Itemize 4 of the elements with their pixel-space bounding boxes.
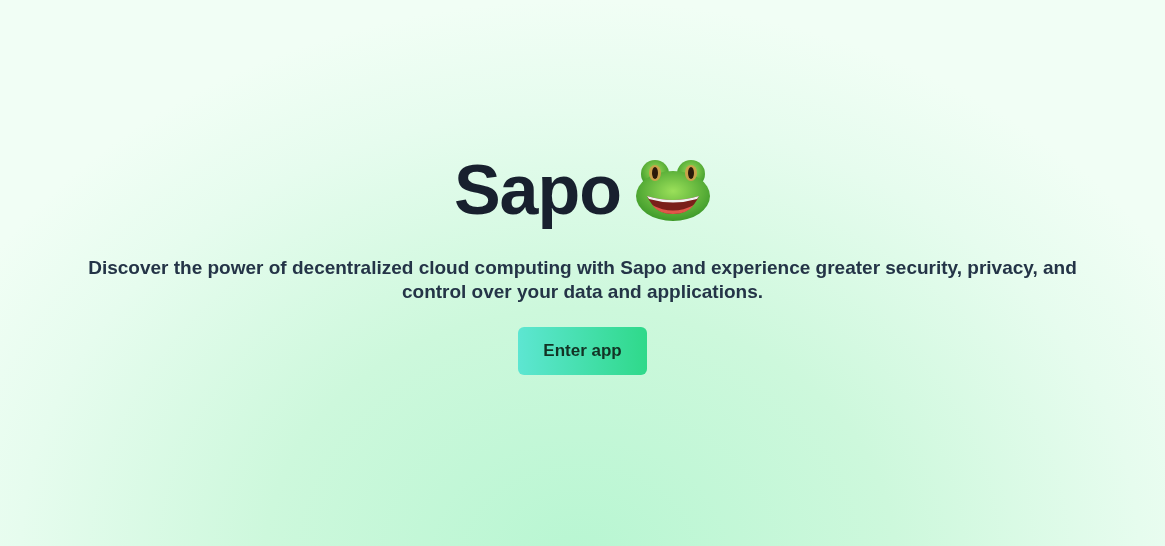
frog-icon <box>635 158 712 222</box>
app-title: Sapo <box>453 150 622 230</box>
enter-app-button[interactable]: Enter app <box>518 327 647 375</box>
description: Discover the power of decentralized cloud computing with Sapo and experience greater security, privacy, and control over your data and applications. <box>87 256 1078 304</box>
